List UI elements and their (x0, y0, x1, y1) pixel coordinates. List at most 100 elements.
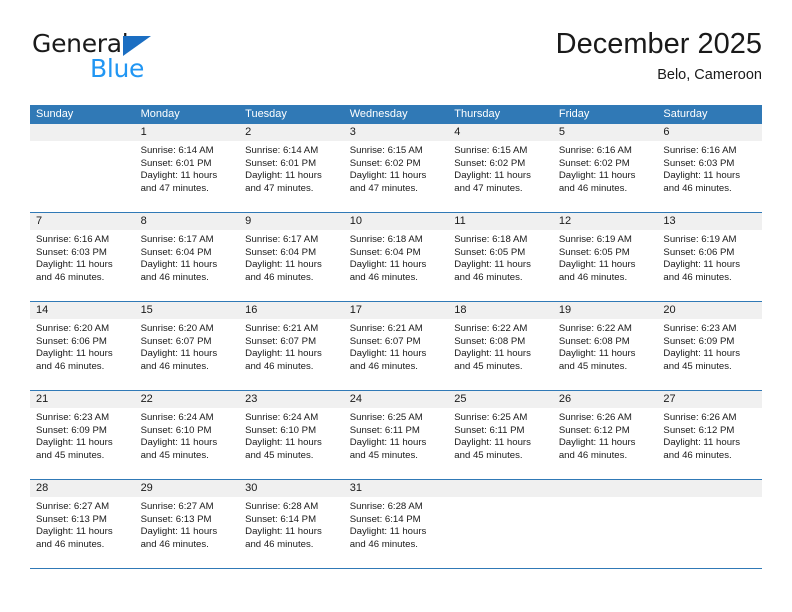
sunset-text: Sunset: 6:01 PM (245, 157, 317, 169)
generalblue-logo[interactable]: General Blue (30, 28, 220, 88)
sunrise-text: Sunrise: 6:22 AM (558, 323, 632, 334)
day-cell[interactable]: Sunrise: 6:28 AM Sunset: 6:14 PM Daylight:… (239, 497, 344, 568)
day-number[interactable]: 29 (135, 480, 240, 497)
day-number[interactable]: 25 (448, 391, 553, 408)
day-number[interactable]: 12 (553, 213, 658, 230)
daylight-text-line2: and 47 minutes. (349, 182, 418, 194)
day-cell[interactable]: Sunrise: 6:18 AM Sunset: 6:04 PM Daylight:… (344, 230, 449, 301)
day-cell[interactable]: Sunrise: 6:23 AM Sunset: 6:09 PM Daylight:… (657, 319, 762, 390)
day-number[interactable]: 11 (448, 213, 553, 230)
day-cell[interactable]: Sunrise: 6:18 AM Sunset: 6:05 PM Daylight:… (448, 230, 553, 301)
day-number[interactable]: 3 (344, 124, 449, 141)
day-cell[interactable]: Sunrise: 6:23 AM Sunset: 6:09 PM Daylight:… (30, 408, 135, 479)
daylight-text-line2: and 45 minutes. (245, 449, 314, 461)
sunrise-text: Sunrise: 6:15 AM (454, 145, 528, 156)
day-number[interactable]: 21 (30, 391, 135, 408)
day-cell-empty (553, 497, 658, 568)
day-cell[interactable]: Sunrise: 6:22 AM Sunset: 6:08 PM Daylight:… (553, 319, 658, 390)
sunset-text: Sunset: 6:12 PM (663, 424, 735, 436)
day-number[interactable]: 14 (30, 302, 135, 319)
day-number[interactable]: 27 (657, 391, 762, 408)
day-cell[interactable]: Sunrise: 6:16 AM Sunset: 6:02 PM Daylight:… (553, 141, 658, 212)
day-cell[interactable]: Sunrise: 6:14 AM Sunset: 6:01 PM Daylight:… (135, 141, 240, 212)
day-cell[interactable]: Sunrise: 6:19 AM Sunset: 6:05 PM Daylight:… (553, 230, 658, 301)
page-subtitle: Belo, Cameroon (657, 67, 762, 84)
title-block: December 2025 Belo, Cameroon (556, 28, 762, 84)
day-number-empty (448, 480, 553, 497)
day-number[interactable]: 20 (657, 302, 762, 319)
day-cell[interactable]: Sunrise: 6:25 AM Sunset: 6:11 PM Daylight:… (448, 408, 553, 479)
sunset-text: Sunset: 6:13 PM (36, 513, 107, 525)
day-cell[interactable]: Sunrise: 6:24 AM Sunset: 6:10 PM Daylight:… (135, 408, 240, 479)
daylight-text-line2: and 46 minutes. (245, 538, 314, 550)
sunset-text: Sunset: 6:14 PM (349, 513, 421, 525)
day-cell[interactable]: Sunrise: 6:26 AM Sunset: 6:12 PM Daylight:… (657, 408, 762, 479)
sunrise-text: Sunrise: 6:17 AM (140, 234, 214, 245)
day-content-row: Sunrise: 6:20 AM Sunset: 6:06 PM Daylight:… (30, 319, 762, 390)
day-cell[interactable]: Sunrise: 6:21 AM Sunset: 6:07 PM Daylight:… (239, 319, 344, 390)
day-number[interactable]: 13 (657, 213, 762, 230)
day-cell[interactable]: Sunrise: 6:22 AM Sunset: 6:08 PM Daylight:… (448, 319, 553, 390)
day-number[interactable]: 5 (553, 124, 658, 141)
day-cell[interactable]: Sunrise: 6:27 AM Sunset: 6:13 PM Daylight:… (30, 497, 135, 568)
day-cell[interactable]: Sunrise: 6:14 AM Sunset: 6:01 PM Daylight:… (239, 141, 344, 212)
weekday-header-monday: Monday (140, 108, 180, 120)
weekday-header-sunday: Sunday (36, 108, 74, 120)
day-cell[interactable]: Sunrise: 6:21 AM Sunset: 6:07 PM Daylight:… (344, 319, 449, 390)
day-number[interactable]: 15 (135, 302, 240, 319)
day-cell[interactable]: Sunrise: 6:20 AM Sunset: 6:06 PM Daylight:… (30, 319, 135, 390)
day-cell-empty (657, 497, 762, 568)
daylight-text-line1: Daylight: 11 hours (245, 526, 322, 538)
day-cell[interactable]: Sunrise: 6:15 AM Sunset: 6:02 PM Daylight:… (448, 141, 553, 212)
day-cell[interactable]: Sunrise: 6:27 AM Sunset: 6:13 PM Daylight:… (135, 497, 240, 568)
day-cell[interactable]: Sunrise: 6:16 AM Sunset: 6:03 PM Daylight:… (657, 141, 762, 212)
day-number[interactable]: 31 (344, 480, 449, 497)
day-number[interactable]: 30 (239, 480, 344, 497)
day-cell[interactable]: Sunrise: 6:24 AM Sunset: 6:10 PM Daylight:… (239, 408, 344, 479)
sunset-text: Sunset: 6:10 PM (140, 424, 212, 436)
day-number[interactable]: 22 (135, 391, 240, 408)
day-number[interactable]: 4 (448, 124, 553, 141)
day-cell[interactable]: Sunrise: 6:15 AM Sunset: 6:02 PM Daylight:… (344, 141, 449, 212)
day-cell[interactable]: Sunrise: 6:20 AM Sunset: 6:07 PM Daylight:… (135, 319, 240, 390)
sunrise-text: Sunrise: 6:20 AM (36, 323, 110, 334)
day-cell[interactable]: Sunrise: 6:26 AM Sunset: 6:12 PM Daylight:… (553, 408, 658, 479)
daylight-text-line1: Daylight: 11 hours (454, 170, 531, 182)
day-cell[interactable]: Sunrise: 6:19 AM Sunset: 6:06 PM Daylight:… (657, 230, 762, 301)
sunrise-text: Sunrise: 6:21 AM (245, 323, 319, 334)
day-number[interactable]: 10 (344, 213, 449, 230)
day-number[interactable]: 18 (448, 302, 553, 319)
logo-secondary-text: Blue (90, 54, 145, 83)
sunset-text: Sunset: 6:09 PM (36, 424, 107, 436)
day-cell[interactable]: Sunrise: 6:17 AM Sunset: 6:04 PM Daylight:… (239, 230, 344, 301)
day-cell[interactable]: Sunrise: 6:17 AM Sunset: 6:04 PM Daylight:… (135, 230, 240, 301)
daylight-text-line1: Daylight: 11 hours (245, 170, 322, 182)
daylight-text-line1: Daylight: 11 hours (36, 259, 113, 271)
sunset-text: Sunset: 6:03 PM (36, 246, 107, 258)
day-number[interactable]: 6 (657, 124, 762, 141)
day-number[interactable]: 19 (553, 302, 658, 319)
day-number-row: 7 8 9 10 11 12 13 (30, 213, 762, 230)
day-number[interactable]: 8 (135, 213, 240, 230)
daylight-text-line2: and 45 minutes. (36, 449, 105, 461)
calendar-week-row: 7 8 9 10 11 12 13 Sunrise: 6:16 AM Sunset: 6:03 … (30, 213, 762, 302)
day-cell[interactable]: Sunrise: 6:25 AM Sunset: 6:11 PM Daylight:… (344, 408, 449, 479)
day-cell[interactable]: Sunrise: 6:16 AM Sunset: 6:03 PM Daylight:… (30, 230, 135, 301)
day-number[interactable]: 24 (344, 391, 449, 408)
day-number[interactable]: 17 (344, 302, 449, 319)
sunrise-text: Sunrise: 6:20 AM (140, 323, 214, 334)
sunset-text: Sunset: 6:05 PM (558, 246, 630, 258)
day-number[interactable]: 7 (30, 213, 135, 230)
sunrise-text: Sunrise: 6:27 AM (140, 501, 214, 512)
sunset-text: Sunset: 6:10 PM (245, 424, 317, 436)
day-number[interactable]: 16 (239, 302, 344, 319)
day-cell[interactable]: Sunrise: 6:28 AM Sunset: 6:14 PM Daylight:… (344, 497, 449, 568)
day-number[interactable]: 26 (553, 391, 658, 408)
daylight-text-line1: Daylight: 11 hours (140, 526, 218, 538)
sunrise-text: Sunrise: 6:19 AM (558, 234, 632, 245)
day-number[interactable]: 23 (239, 391, 344, 408)
day-number[interactable]: 28 (30, 480, 135, 497)
day-number[interactable]: 2 (239, 124, 344, 141)
day-number[interactable]: 9 (239, 213, 344, 230)
day-number[interactable]: 1 (135, 124, 240, 141)
